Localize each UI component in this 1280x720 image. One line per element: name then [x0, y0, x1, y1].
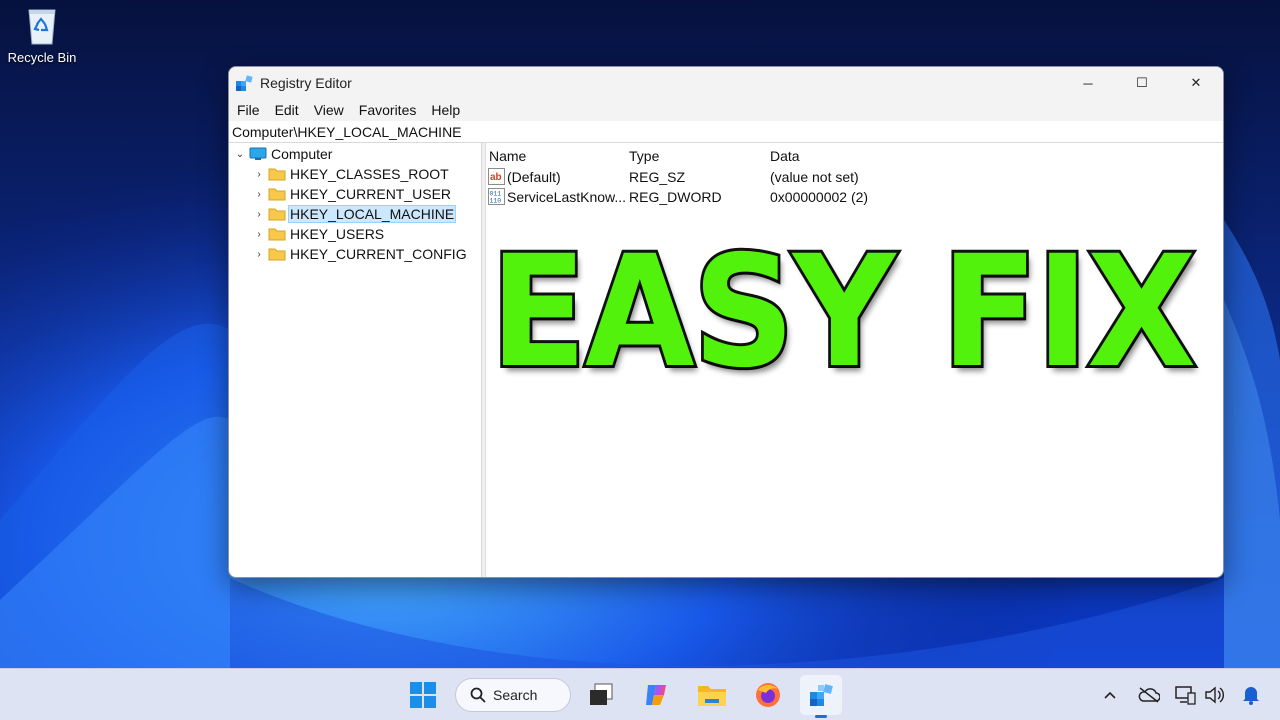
menu-bar: File Edit View Favorites Help — [229, 99, 1223, 121]
value-data: 0x00000002 (2) — [770, 189, 869, 205]
easy-fix-overlay-text: EASY FIX — [487, 223, 1199, 402]
key-tree-pane[interactable]: ⌄ Computer › HKEY_CLASSES_ROOT › HKEY_CU… — [229, 143, 482, 577]
binary-value-icon: 011 110 — [488, 188, 505, 205]
taskbar-search-box[interactable]: Search — [455, 678, 571, 712]
tree-label: HKEY_CLASSES_ROOT — [290, 166, 449, 182]
recycle-bin-desktop-icon[interactable]: Recycle Bin — [4, 2, 80, 72]
recycle-bin-label: Recycle Bin — [7, 50, 77, 65]
tree-label: HKEY_CURRENT_USER — [290, 186, 452, 202]
title-bar[interactable]: Registry Editor ─ ☐ ✕ — [229, 67, 1223, 99]
folder-icon — [268, 228, 286, 241]
folder-icon — [268, 208, 286, 221]
notification-bell-icon[interactable] — [1239, 683, 1263, 707]
registry-editor-icon[interactable] — [805, 679, 837, 711]
tree-label: HKEY_LOCAL_MACHINE — [287, 205, 457, 223]
menu-help[interactable]: Help — [425, 102, 466, 118]
value-name: ServiceLastKnow... — [507, 189, 627, 205]
folder-icon — [268, 168, 286, 181]
value-name: (Default) — [507, 169, 561, 185]
minimize-button[interactable]: ─ — [1061, 67, 1115, 99]
value-type: REG_DWORD — [629, 189, 722, 205]
menu-view[interactable]: View — [308, 102, 350, 118]
svg-text:ab: ab — [490, 172, 502, 183]
computer-icon — [249, 147, 267, 160]
search-icon — [470, 687, 486, 703]
tree-label: HKEY_USERS — [290, 226, 385, 242]
active-app-indicator — [815, 715, 827, 718]
folder-icon — [268, 188, 286, 201]
folder-icon — [268, 248, 286, 261]
tree-label: HKEY_CURRENT_CONFIG — [290, 246, 467, 262]
expand-chevron-icon[interactable]: › — [252, 249, 266, 260]
value-type: REG_SZ — [629, 169, 686, 185]
tree-item-hkey-current-config[interactable]: › HKEY_CURRENT_CONFIG — [252, 244, 468, 264]
address-bar[interactable]: Computer\HKEY_LOCAL_MACHINE — [229, 121, 1223, 143]
menu-file[interactable]: File — [231, 102, 266, 118]
expand-chevron-icon[interactable]: › — [252, 169, 266, 180]
list-header: Name Type Data — [486, 145, 1223, 167]
network-icon[interactable] — [1173, 683, 1197, 707]
taskbar: Search — [0, 668, 1280, 720]
expand-chevron-icon[interactable]: › — [252, 229, 266, 240]
column-header-type[interactable]: Type — [629, 148, 659, 164]
tree-item-hkey-local-machine[interactable]: › HKEY_LOCAL_MACHINE — [252, 204, 457, 224]
window-title: Registry Editor — [260, 75, 352, 91]
value-row[interactable]: 011 110 ServiceLastKnow... REG_DWORD 0x0… — [486, 187, 1223, 207]
value-row[interactable]: ab (Default) REG_SZ (value not set) — [486, 167, 1223, 187]
tree-item-hkey-current-user[interactable]: › HKEY_CURRENT_USER — [252, 184, 452, 204]
expand-chevron-icon[interactable]: › — [252, 189, 266, 200]
tree-item-computer[interactable]: ⌄ Computer — [233, 144, 333, 164]
menu-edit[interactable]: Edit — [269, 102, 305, 118]
column-header-data[interactable]: Data — [770, 148, 800, 164]
close-button[interactable]: ✕ — [1169, 67, 1223, 99]
file-explorer-icon[interactable] — [696, 679, 728, 711]
menu-favorites[interactable]: Favorites — [353, 102, 423, 118]
value-data: (value not set) — [770, 169, 859, 185]
collapse-chevron-icon[interactable]: ⌄ — [233, 149, 247, 160]
svg-text:011: 011 — [490, 191, 502, 198]
tree-item-hkey-users[interactable]: › HKEY_USERS — [252, 224, 385, 244]
copilot-icon[interactable] — [640, 679, 672, 711]
search-label: Search — [493, 687, 538, 703]
svg-text:110: 110 — [490, 198, 502, 205]
volume-icon[interactable] — [1202, 683, 1226, 707]
string-value-icon: ab — [488, 168, 505, 185]
onedrive-offline-icon[interactable] — [1137, 683, 1161, 707]
column-header-name[interactable]: Name — [489, 148, 526, 164]
expand-chevron-icon[interactable]: › — [252, 209, 266, 220]
recycle-bin-icon — [28, 9, 56, 45]
tree-item-hkey-classes-root[interactable]: › HKEY_CLASSES_ROOT — [252, 164, 450, 184]
maximize-button[interactable]: ☐ — [1115, 67, 1169, 99]
chevron-up-icon[interactable] — [1098, 683, 1122, 707]
registry-editor-app-icon — [236, 75, 253, 91]
firefox-icon[interactable] — [752, 679, 784, 711]
windows-start-icon[interactable] — [407, 679, 439, 711]
task-view-icon[interactable] — [585, 679, 617, 711]
tree-label-computer: Computer — [271, 146, 333, 162]
